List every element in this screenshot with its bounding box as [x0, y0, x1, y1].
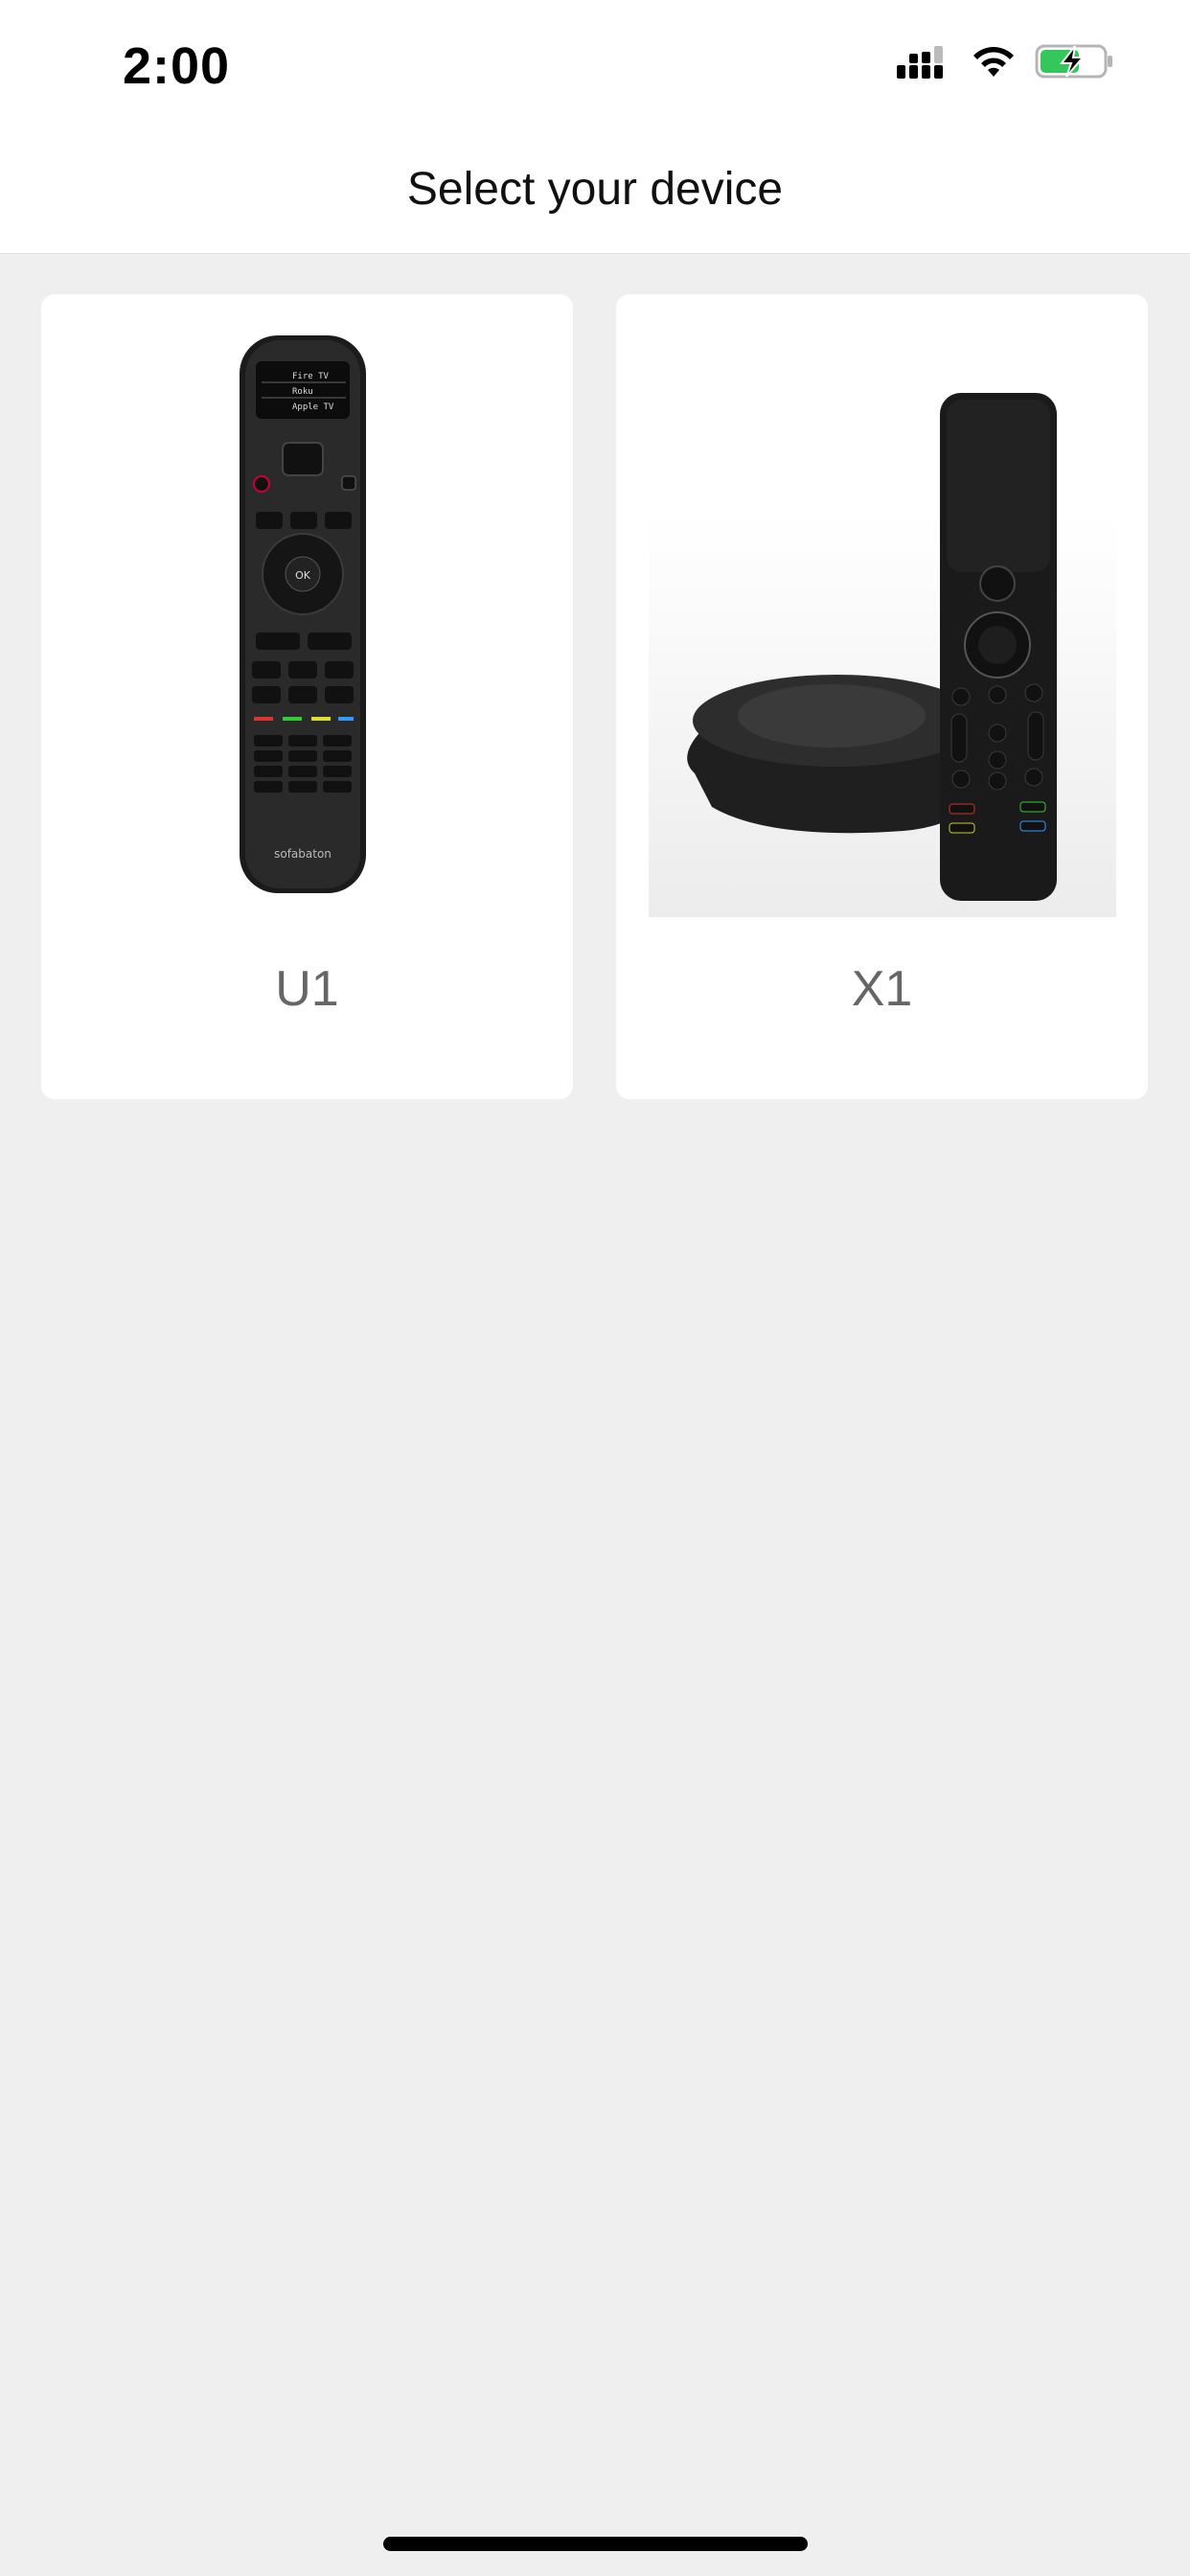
u1-screen-line-3: Apple TV	[292, 402, 334, 412]
status-bar: 2:00	[0, 0, 1190, 134]
u1-screen-line-1: Fire TV	[292, 372, 330, 381]
device-card-x1[interactable]: X1	[616, 294, 1148, 1099]
device-card-u1[interactable]: Fire TV Roku Apple TV OK sofabaton U1	[41, 294, 573, 1099]
u1-remote-image: Fire TV Roku Apple TV OK sofabaton	[240, 335, 366, 893]
u1-brand: sofabaton	[274, 847, 332, 861]
home-indicator[interactable]	[383, 2537, 808, 2551]
page-title: Select your device	[406, 164, 784, 215]
status-time: 2:00	[123, 37, 231, 95]
nav-header: Select your device	[0, 134, 1190, 254]
device-label-x1: X1	[851, 961, 913, 1017]
cellular-signal-icon	[897, 46, 943, 79]
wifi-icon	[973, 47, 1014, 77]
device-label-u1: U1	[275, 961, 339, 1017]
x1-hub-remote-image	[649, 393, 1116, 917]
app-screen: 2:00 Select your device Fire TV Roku App…	[0, 0, 1190, 2576]
status-icons	[895, 42, 1115, 80]
battery-charging-icon	[1035, 44, 1112, 79]
u1-screen-line-2: Roku	[292, 387, 313, 397]
u1-ok-label: OK	[295, 569, 311, 582]
